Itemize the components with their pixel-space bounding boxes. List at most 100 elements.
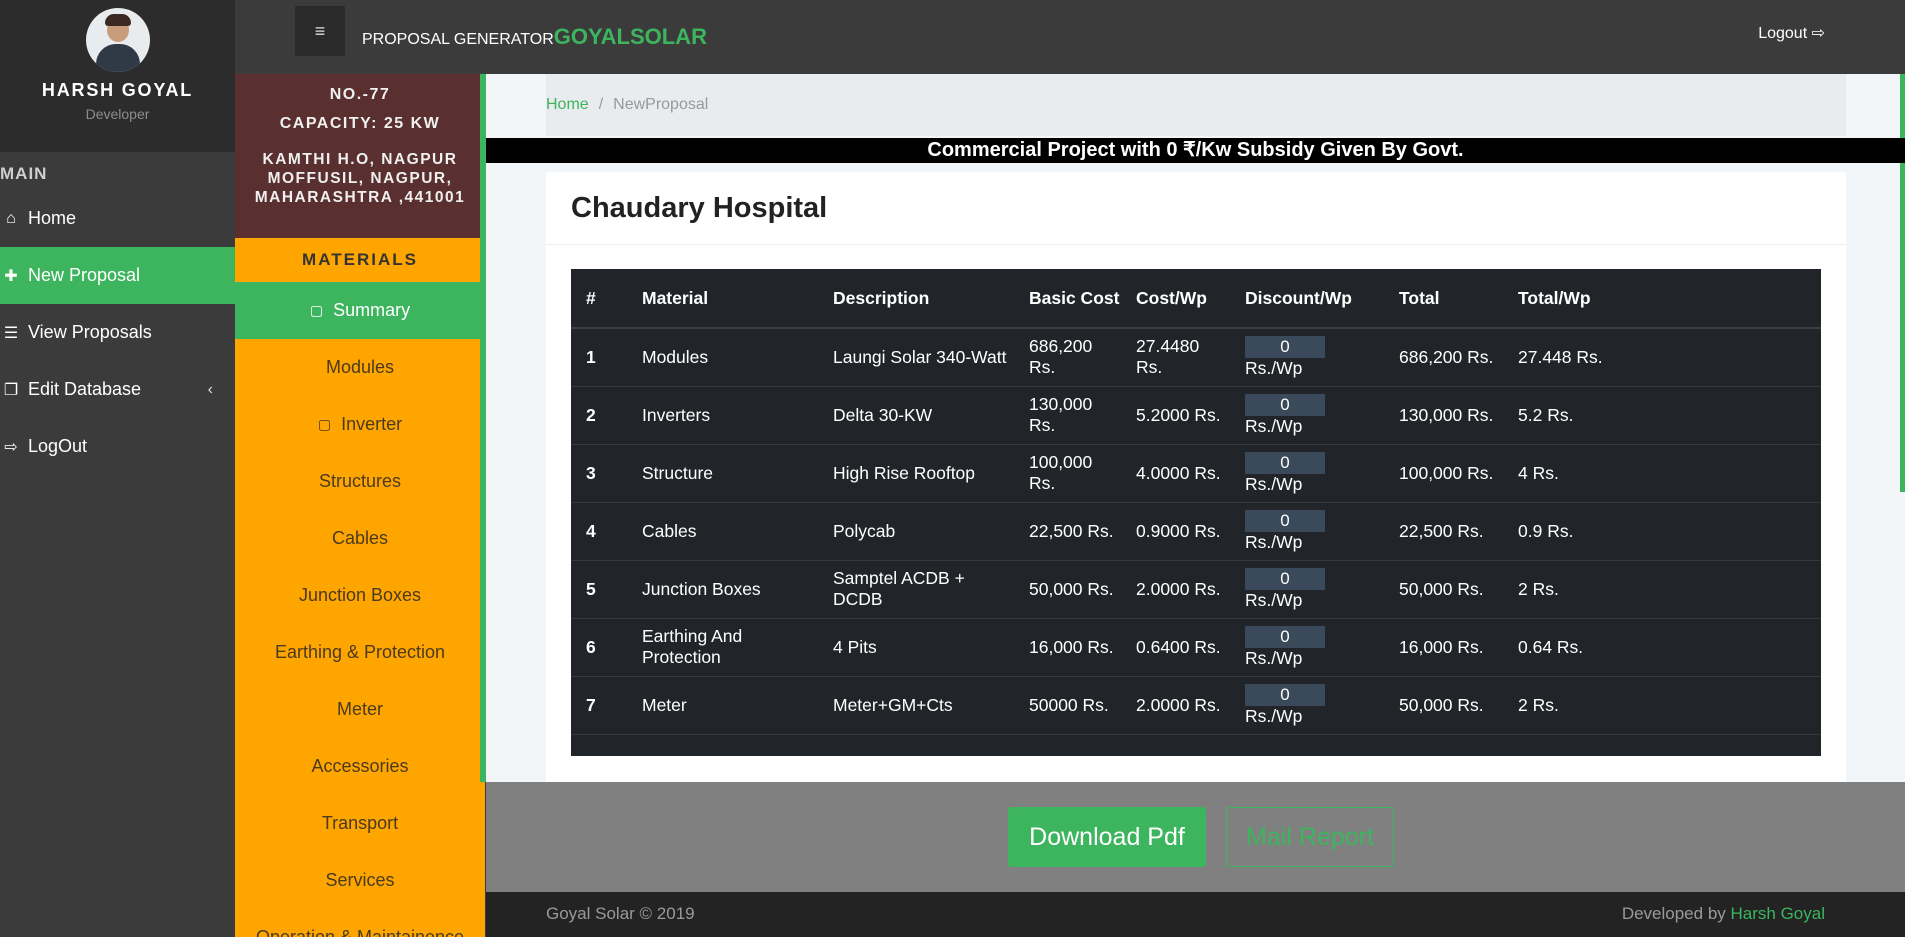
row-total-wp: 2 Rs. xyxy=(1503,676,1821,735)
row-basic-cost: 100,000 Rs. xyxy=(1014,444,1121,503)
material-item-meter[interactable]: Meter xyxy=(235,681,485,738)
row-total: 686,200 Rs. xyxy=(1384,328,1503,387)
logout-link[interactable]: Logout ⇨ xyxy=(1758,23,1825,43)
materials-panel: NO.-77 CAPACITY: 25 KW KAMTHI H.O, NAGPU… xyxy=(235,74,485,937)
row-total-wp: 2 Rs. xyxy=(1503,560,1821,619)
row-number: 3 xyxy=(571,444,627,503)
topbar: ≡ PROPOSAL GENERATORGOYALSOLAR Logout ⇨ xyxy=(235,0,1905,74)
row-total: 22,500 Rs. xyxy=(1384,502,1503,561)
material-item-operation[interactable]: Operation & Maintainence xyxy=(235,909,485,937)
discount-unit: Rs./Wp xyxy=(1245,415,1303,436)
row-total: 130,000 Rs. xyxy=(1384,386,1503,445)
table-cell xyxy=(571,734,627,756)
sidebar-item-edit-database[interactable]: ❐ Edit Database ‹ xyxy=(0,361,235,418)
row-total-wp: 27.448 Rs. xyxy=(1503,328,1821,387)
discount-unit: Rs./Wp xyxy=(1245,473,1303,494)
material-item-services[interactable]: Services xyxy=(235,852,485,909)
row-total-wp: 0.64 Rs. xyxy=(1503,618,1821,677)
materials-table-wrapper[interactable]: # Material Description Basic Cost Cost/W… xyxy=(571,269,1821,756)
developer-link[interactable]: Harsh Goyal xyxy=(1731,904,1825,923)
row-material: Earthing And Protection xyxy=(627,618,818,677)
scrollbar[interactable] xyxy=(1900,74,1905,492)
project-capacity: CAPACITY: 25 KW xyxy=(279,115,441,132)
sidebar-item-view-proposals[interactable]: ☰ View Proposals xyxy=(0,304,235,361)
row-discount-cell: 0Rs./Wp xyxy=(1230,618,1384,677)
row-number: 4 xyxy=(571,502,627,561)
sidebar-item-label: LogOut xyxy=(28,436,88,456)
material-item-structures[interactable]: Structures xyxy=(235,453,485,510)
user-name: HARSH GOYAL xyxy=(41,80,194,100)
row-material: Structure xyxy=(627,444,818,503)
table-row: 6 Earthing And Protection 4 Pits 16,000 Rs.… xyxy=(571,618,1821,677)
mail-report-button[interactable]: Mail Report xyxy=(1226,807,1394,867)
discount-input[interactable]: 0 xyxy=(1245,509,1325,532)
col-header-discount-wp: Discount/Wp xyxy=(1230,269,1384,329)
breadcrumb-current: NewProposal xyxy=(613,96,709,113)
row-discount-cell: 0Rs./Wp xyxy=(1230,502,1384,561)
table-cell xyxy=(627,734,818,756)
row-basic-cost: 22,500 Rs. xyxy=(1014,502,1121,561)
col-header-total-wp: Total/Wp xyxy=(1503,269,1821,329)
menu-toggle-button[interactable]: ≡ xyxy=(295,6,345,56)
row-material: Modules xyxy=(627,328,818,387)
discount-input[interactable]: 0 xyxy=(1245,393,1325,416)
table-header-row: # Material Description Basic Cost Cost/W… xyxy=(571,269,1821,329)
row-number: 7 xyxy=(571,676,627,735)
inverter-icon: ▢ xyxy=(317,416,332,432)
hamburger-icon: ≡ xyxy=(314,20,326,41)
breadcrumb-separator: / xyxy=(598,96,604,113)
row-total: 100,000 Rs. xyxy=(1384,444,1503,503)
sidebar-item-new-proposal[interactable]: ✚ New Proposal xyxy=(0,247,235,304)
discount-input[interactable]: 0 xyxy=(1245,451,1325,474)
row-basic-cost: 50,000 Rs. xyxy=(1014,560,1121,619)
material-item-cables[interactable]: Cables xyxy=(235,510,485,567)
row-material: Cables xyxy=(627,502,818,561)
row-cost-wp: 27.4480 Rs. xyxy=(1121,328,1230,387)
row-number: 6 xyxy=(571,618,627,677)
table-cell xyxy=(1121,734,1230,756)
sidebar-section-label: MAIN xyxy=(0,164,48,183)
row-discount-cell: 0Rs./Wp xyxy=(1230,386,1384,445)
row-basic-cost: 50000 Rs. xyxy=(1014,676,1121,735)
database-icon: ☰ xyxy=(3,324,19,342)
material-item-junction-boxes[interactable]: Junction Boxes xyxy=(235,567,485,624)
discount-input[interactable]: 0 xyxy=(1245,567,1325,590)
discount-input[interactable]: 0 xyxy=(1245,625,1325,648)
material-item-modules[interactable]: Modules xyxy=(235,339,485,396)
row-cost-wp: 2.0000 Rs. xyxy=(1121,560,1230,619)
row-description: High Rise Rooftop xyxy=(818,444,1014,503)
sidebar-item-label: Home xyxy=(28,208,77,228)
breadcrumb-home[interactable]: Home xyxy=(546,96,589,114)
logout-label: Logout xyxy=(1758,25,1808,42)
row-description: Delta 30-KW xyxy=(818,386,1014,445)
row-description: 4 Pits xyxy=(818,618,1014,677)
material-item-accessories[interactable]: Accessories xyxy=(235,738,485,795)
main-content: Home / NewProposal Commercial Project wi… xyxy=(486,74,1905,782)
sidebar-item-home[interactable]: ⌂ Home xyxy=(0,190,235,247)
project-number: NO.-77 xyxy=(329,86,391,103)
row-total: 50,000 Rs. xyxy=(1384,676,1503,735)
row-discount-cell: 0Rs./Wp xyxy=(1230,444,1384,503)
row-basic-cost: 686,200 Rs. xyxy=(1014,328,1121,387)
row-discount-cell: 0Rs./Wp xyxy=(1230,676,1384,735)
table-row: 5 Junction Boxes Samptel ACDB + DCDB 50,000… xyxy=(571,560,1821,619)
download-pdf-button[interactable]: Download Pdf xyxy=(1008,807,1206,867)
material-item-inverter[interactable]: ▢ Inverter xyxy=(235,396,485,453)
material-item-summary[interactable]: ▢ Summary xyxy=(235,282,485,339)
row-discount-cell: 0Rs./Wp xyxy=(1230,560,1384,619)
sidebar-item-label: Edit Database xyxy=(28,379,142,399)
row-total: 50,000 Rs. xyxy=(1384,560,1503,619)
discount-input[interactable]: 0 xyxy=(1245,683,1325,706)
row-total-wp: 0.9 Rs. xyxy=(1503,502,1821,561)
table-row: 1 Modules Laungi Solar 340-Watt 686,200 Rs.… xyxy=(571,328,1821,387)
sidebar-item-logout[interactable]: ⇨ LogOut xyxy=(0,418,235,475)
footer-credit: Developed by Harsh Goyal xyxy=(1622,904,1825,924)
row-total: 16,000 Rs. xyxy=(1384,618,1503,677)
table-row: 4 Cables Polycab 22,500 Rs. 0.9000 Rs. 0Rs./W… xyxy=(571,502,1821,561)
row-basic-cost: 130,000 Rs. xyxy=(1014,386,1121,445)
project-address: KAMTHI H.O, NAGPUR MOFFUSIL, NAGPUR, MAH… xyxy=(254,151,466,206)
row-total-wp: 5.2 Rs. xyxy=(1503,386,1821,445)
discount-input[interactable]: 0 xyxy=(1245,335,1325,358)
material-item-transport[interactable]: Transport xyxy=(235,795,485,852)
material-item-earthing[interactable]: Earthing & Protection xyxy=(235,624,485,681)
